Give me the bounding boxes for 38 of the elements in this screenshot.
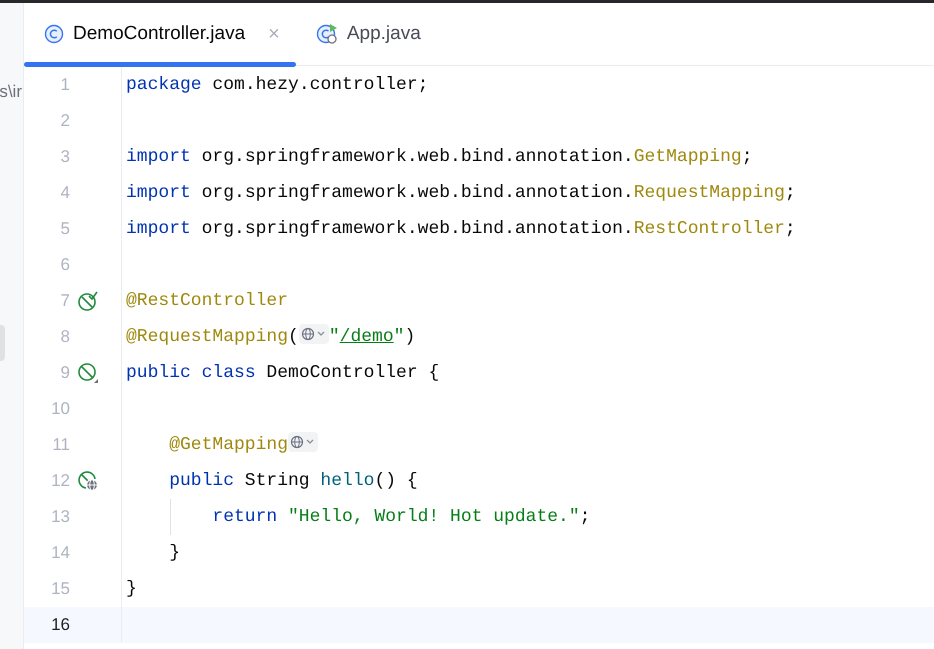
line-number: 2 <box>60 110 70 132</box>
line-number: 14 <box>50 542 70 564</box>
line-number: 8 <box>60 326 70 348</box>
code-line: @GetMapping <box>169 432 318 458</box>
line-number: 5 <box>60 218 70 240</box>
globe-dropdown-icon[interactable] <box>288 432 318 452</box>
line-number: 6 <box>60 254 70 276</box>
code-line: import org.springframework.web.bind.annotation.RestController; <box>126 218 796 240</box>
code-line: @RequestMapping( "/demo") <box>126 324 416 350</box>
code-line: public String hello() { <box>169 470 418 492</box>
editor-tab[interactable]: App.java <box>296 3 437 65</box>
run-class-icon <box>316 23 338 45</box>
globe-dropdown-icon[interactable] <box>298 324 329 344</box>
line-number: 7 <box>60 290 70 312</box>
line-number: 15 <box>50 578 70 600</box>
check-circle-icon[interactable] <box>77 290 99 312</box>
code-line: package com.hezy.controller; <box>126 74 428 96</box>
code-line: import org.springframework.web.bind.annotation.GetMapping; <box>126 146 753 168</box>
line-number: 13 <box>50 506 70 528</box>
class-icon <box>44 24 64 44</box>
code-line: return "Hello, World! Hot update."; <box>212 506 590 528</box>
slash-circle-icon[interactable] <box>77 362 99 384</box>
code-line: @RestController <box>126 290 288 312</box>
line-number: 10 <box>50 398 70 420</box>
line-number: 3 <box>60 146 70 168</box>
line-number: 1 <box>60 74 70 96</box>
line-number: 16 <box>50 614 70 636</box>
line-number: 11 <box>51 434 70 456</box>
code-line: import org.springframework.web.bind.annotation.RequestMapping; <box>126 182 796 204</box>
line-number: 12 <box>50 470 70 492</box>
code-line: } <box>169 542 180 564</box>
code-line: public class DemoController { <box>126 362 440 384</box>
line-number: 4 <box>60 182 70 204</box>
code-line: } <box>126 578 137 600</box>
editor-tab[interactable]: DemoController.java × <box>24 3 296 65</box>
line-number: 9 <box>60 362 70 384</box>
globe-circle-icon[interactable] <box>77 470 99 492</box>
path-fragment: s\ir <box>0 81 22 103</box>
